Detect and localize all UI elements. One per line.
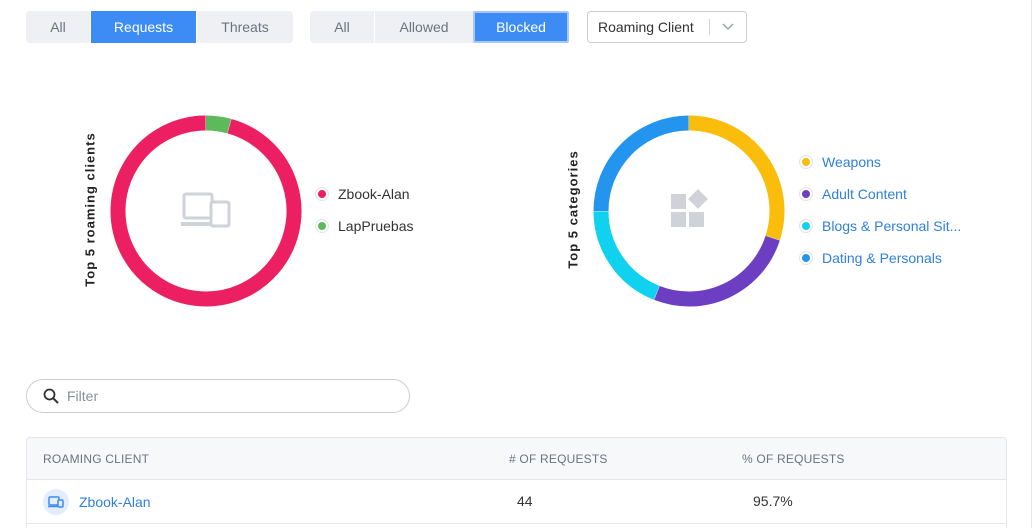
legend-dot bbox=[800, 188, 812, 200]
legend-label: Zbook-Alan bbox=[338, 186, 410, 202]
tab-allowed[interactable]: Allowed bbox=[374, 11, 473, 43]
legend-dot bbox=[800, 220, 812, 232]
categories-legend: Weapons Adult Content Blogs & Personal S… bbox=[800, 146, 961, 274]
column-header-client[interactable]: ROAMING CLIENT bbox=[43, 452, 149, 466]
legend-label: Blogs & Personal Sit... bbox=[822, 218, 962, 234]
table-row[interactable]: Zbook-Alan 44 95.7% bbox=[27, 480, 1006, 524]
legend-item-adult-content[interactable]: Adult Content bbox=[800, 178, 961, 210]
legend-item-weapons[interactable]: Weapons bbox=[800, 146, 961, 178]
legend-label: Weapons bbox=[822, 154, 881, 170]
tab-all-types[interactable]: All bbox=[26, 11, 90, 43]
legend-item-lappruebas[interactable]: LapPruebas bbox=[316, 210, 414, 242]
legend-label: LapPruebas bbox=[338, 218, 414, 234]
filter-input[interactable] bbox=[67, 388, 409, 404]
clients-chart-label: Top 5 roaming clients bbox=[82, 132, 98, 287]
percent-cell: 95.7% bbox=[753, 493, 793, 509]
tab-threats[interactable]: Threats bbox=[196, 11, 293, 43]
clients-legend: Zbook-Alan LapPruebas bbox=[316, 178, 414, 242]
requests-cell: 44 bbox=[517, 493, 533, 509]
clients-table: ROAMING CLIENT # OF REQUESTS % OF REQUES… bbox=[26, 437, 1007, 528]
report-page: All Requests Threats All Allowed Blocked… bbox=[0, 0, 1032, 528]
type-tabs: All Requests Threats bbox=[26, 11, 293, 43]
legend-item-zbook-alan[interactable]: Zbook-Alan bbox=[316, 178, 414, 210]
devices-icon bbox=[181, 192, 231, 228]
tab-blocked[interactable]: Blocked bbox=[473, 11, 569, 43]
group-by-value: Roaming Client bbox=[598, 19, 694, 35]
legend-item-dating[interactable]: Dating & Personals bbox=[800, 242, 961, 274]
column-header-requests[interactable]: # OF REQUESTS bbox=[509, 452, 608, 466]
tab-requests[interactable]: Requests bbox=[90, 11, 196, 43]
group-by-select[interactable]: Roaming Client bbox=[587, 11, 747, 43]
column-header-percent[interactable]: % OF REQUESTS bbox=[742, 452, 845, 466]
categories-slice-3[interactable] bbox=[593, 115, 689, 212]
client-cell: Zbook-Alan bbox=[27, 489, 151, 515]
legend-dot bbox=[800, 252, 812, 264]
status-tabs: All Allowed Blocked bbox=[310, 11, 569, 43]
legend-dot bbox=[316, 188, 328, 200]
clients-slice-0[interactable] bbox=[110, 115, 302, 307]
search-icon bbox=[27, 388, 67, 404]
legend-dot bbox=[316, 220, 328, 232]
categories-slice-0[interactable] bbox=[688, 115, 785, 241]
categories-icon bbox=[671, 189, 708, 227]
legend-item-blogs[interactable]: Blogs & Personal Sit... bbox=[800, 210, 961, 242]
client-link[interactable]: Zbook-Alan bbox=[79, 494, 151, 510]
filter-field[interactable] bbox=[26, 379, 410, 413]
legend-dot bbox=[800, 156, 812, 168]
device-icon bbox=[43, 489, 69, 515]
categories-chart-label: Top 5 categories bbox=[565, 150, 581, 269]
table-header: ROAMING CLIENT # OF REQUESTS % OF REQUES… bbox=[27, 438, 1006, 480]
categories-slice-1[interactable] bbox=[654, 235, 780, 307]
chevron-down-icon[interactable] bbox=[710, 12, 746, 42]
categories-slice-2[interactable] bbox=[593, 211, 660, 300]
legend-label: Dating & Personals bbox=[822, 250, 942, 266]
legend-label: Adult Content bbox=[822, 186, 907, 202]
tab-all-status[interactable]: All bbox=[310, 11, 374, 43]
clients-slice-1[interactable] bbox=[205, 115, 232, 134]
